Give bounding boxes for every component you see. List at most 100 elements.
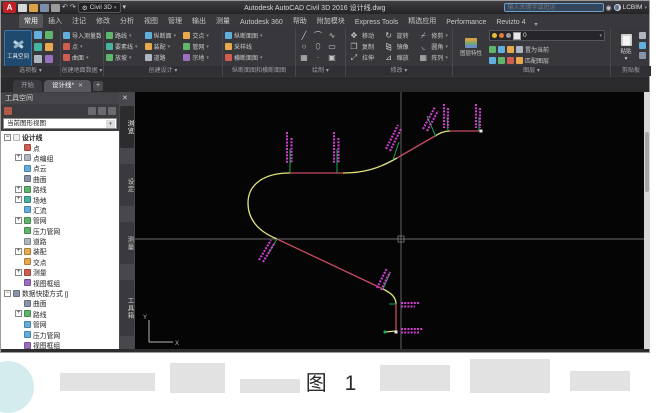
quick-access-menu-icon[interactable]: ▾: [123, 4, 127, 12]
arc-icon[interactable]: ⌒: [312, 30, 324, 41]
tree-item-ds-view-frame-groups[interactable]: 视图框组: [1, 340, 119, 349]
view-selector-combo[interactable]: 当前图形视图 ▾: [3, 118, 117, 129]
tree-item-ds-surfaces[interactable]: 曲面: [1, 298, 119, 308]
preview-toggle-icon[interactable]: [98, 107, 106, 115]
tree-item-intersections[interactable]: 交点: [1, 257, 119, 267]
tree-item-point-groups[interactable]: + 点编组: [1, 153, 119, 163]
match-properties-icon[interactable]: [639, 52, 646, 59]
file-tab-start[interactable]: 开始: [13, 80, 42, 92]
panel-label-layers[interactable]: 图层 ▾: [453, 66, 610, 76]
expand-icon[interactable]: −: [4, 133, 11, 141]
tree-item-view-frame-groups[interactable]: 视图框组: [1, 277, 119, 288]
paste-button[interactable]: 粘贴 ▾: [615, 30, 637, 65]
tree-item-pressure-networks[interactable]: 压力管网: [1, 226, 119, 236]
tree-item-corridors[interactable]: 道路: [1, 236, 119, 246]
tree-item-drawing[interactable]: − 设计线: [1, 132, 119, 142]
rotate-button[interactable]: ↻ 旋转: [383, 30, 416, 41]
expand-icon[interactable]: +: [15, 310, 22, 318]
plot-icon[interactable]: [51, 3, 60, 12]
points-button[interactable]: 点 ▾: [63, 41, 101, 52]
region-icon[interactable]: ▣: [326, 53, 338, 62]
tab-home[interactable]: 常用: [19, 14, 43, 28]
tree-item-ds-alignments[interactable]: + 路线: [1, 309, 119, 319]
expand-icon[interactable]: −: [4, 289, 11, 297]
drawing-canvas[interactable]: Y X: [135, 92, 644, 349]
tree-item-surfaces[interactable]: 曲面: [1, 174, 119, 184]
open-drawing-icon[interactable]: [4, 107, 12, 115]
expand-icon[interactable]: +: [15, 247, 22, 255]
pipe-network-button[interactable]: 管网 ▾: [183, 41, 220, 52]
circle-icon[interactable]: ○: [298, 42, 310, 51]
layer-properties-button[interactable]: 图层特性: [455, 30, 487, 64]
new-file-icon[interactable]: [18, 3, 27, 12]
panel-label-palettes[interactable]: 选项板 ▾: [1, 66, 60, 76]
trim-button[interactable]: ⌿ 修剪 ▾: [417, 30, 450, 41]
tree-item-ds-pipe-networks[interactable]: 管网: [1, 319, 119, 329]
stretch-button[interactable]: ⤢ 拉伸: [348, 52, 381, 63]
expand-icon[interactable]: +: [15, 196, 22, 204]
toolspace-tab-settings[interactable]: 设定: [120, 164, 134, 206]
intersections-button[interactable]: 交点 ▾: [183, 30, 220, 41]
tab-featured-apps[interactable]: 精选应用: [403, 14, 441, 28]
new-drawing-tab-button[interactable]: +: [93, 81, 104, 91]
copy-button[interactable]: ❐ 复制: [348, 41, 381, 52]
tab-autodesk360[interactable]: Autodesk 360: [235, 17, 288, 28]
user-avatar[interactable]: [613, 4, 621, 11]
panel-label-modify[interactable]: 修改 ▾: [346, 66, 452, 76]
panel-label-clipboard[interactable]: 剪贴板: [611, 66, 651, 76]
ribbon-minimize-icon[interactable]: ▾: [535, 21, 538, 28]
expand-icon[interactable]: +: [15, 216, 22, 224]
match-layer-button[interactable]: 匹配图层: [489, 55, 549, 65]
save-icon[interactable]: [40, 3, 49, 12]
panel-label-profiles[interactable]: 纵断面图和横断面图: [223, 66, 295, 76]
assembly-button[interactable]: 装配 ▾: [144, 41, 182, 52]
mirror-button[interactable]: ⧎ 镜像: [383, 41, 416, 52]
autocad-logo-icon[interactable]: A: [3, 2, 16, 13]
help-icon[interactable]: [108, 107, 116, 115]
item-view-toggle-icon[interactable]: [88, 107, 96, 115]
tree-item-points[interactable]: 点: [1, 142, 119, 153]
alignment-tangents[interactable]: [276, 130, 481, 331]
file-tab-drawing[interactable]: 设计线* ✕: [44, 80, 92, 92]
tab-output[interactable]: 输出: [187, 14, 211, 28]
properties-palette-icon[interactable]: [34, 31, 42, 39]
import-survey-data-button[interactable]: 导入测量数据: [63, 30, 101, 41]
tree-item-data-shortcuts[interactable]: − 数据快捷方式 []: [1, 288, 119, 298]
sheetset-palette-icon[interactable]: [34, 55, 42, 63]
expand-icon[interactable]: +: [15, 185, 22, 193]
panel-label-design[interactable]: 创建设计 ▾: [104, 66, 222, 76]
array-button[interactable]: ▦ 阵列 ▾: [417, 52, 450, 63]
ellipse-icon[interactable]: ⬯: [312, 42, 324, 52]
polyline-icon[interactable]: ∿: [326, 31, 338, 40]
tree-item-ds-pressure-networks[interactable]: 压力管网: [1, 329, 119, 340]
toolspace-tab-prospector[interactable]: 浏览: [120, 106, 134, 148]
tree-item-survey[interactable]: + 测量: [1, 267, 119, 277]
close-icon[interactable]: ✕: [122, 94, 128, 102]
expand-icon[interactable]: +: [15, 268, 22, 276]
panel-label-draw[interactable]: 绘制 ▾: [296, 66, 345, 76]
toolspace-tab-survey[interactable]: 测量: [120, 222, 134, 264]
tool-palettes-icon[interactable]: [45, 31, 53, 39]
line-icon[interactable]: ╱: [298, 31, 310, 40]
toolspace-tab-toolbox[interactable]: 工具箱: [120, 280, 134, 336]
tab-annotate[interactable]: 注记: [67, 14, 91, 28]
redo-icon[interactable]: ↷: [70, 4, 76, 12]
vertical-scrollbar[interactable]: [644, 92, 650, 349]
tree-item-pipe-networks[interactable]: + 管网: [1, 215, 119, 225]
open-file-icon[interactable]: [29, 3, 38, 12]
copy-clip-icon[interactable]: [639, 42, 646, 49]
tab-help[interactable]: 帮助: [288, 14, 312, 28]
panorama-palette-icon[interactable]: [45, 43, 53, 51]
tab-manage[interactable]: 管理: [163, 14, 187, 28]
scrollbar-thumb[interactable]: [645, 132, 649, 192]
toolspace-button[interactable]: 工具空间: [4, 30, 32, 67]
grading-button[interactable]: 放坡 ▾: [106, 52, 143, 63]
tab-addins[interactable]: 附加模块: [312, 14, 350, 28]
search-binoculars-icon[interactable]: ◉: [606, 4, 612, 12]
feature-line-button[interactable]: 要素线 ▾: [106, 41, 143, 52]
tree-item-point-clouds[interactable]: 点云: [1, 163, 119, 173]
event-viewer-icon[interactable]: [45, 55, 53, 63]
hatch-icon[interactable]: ▦: [298, 53, 310, 62]
parcel-button[interactable]: 宗地 ▾: [183, 52, 220, 63]
expand-icon[interactable]: +: [15, 154, 22, 162]
